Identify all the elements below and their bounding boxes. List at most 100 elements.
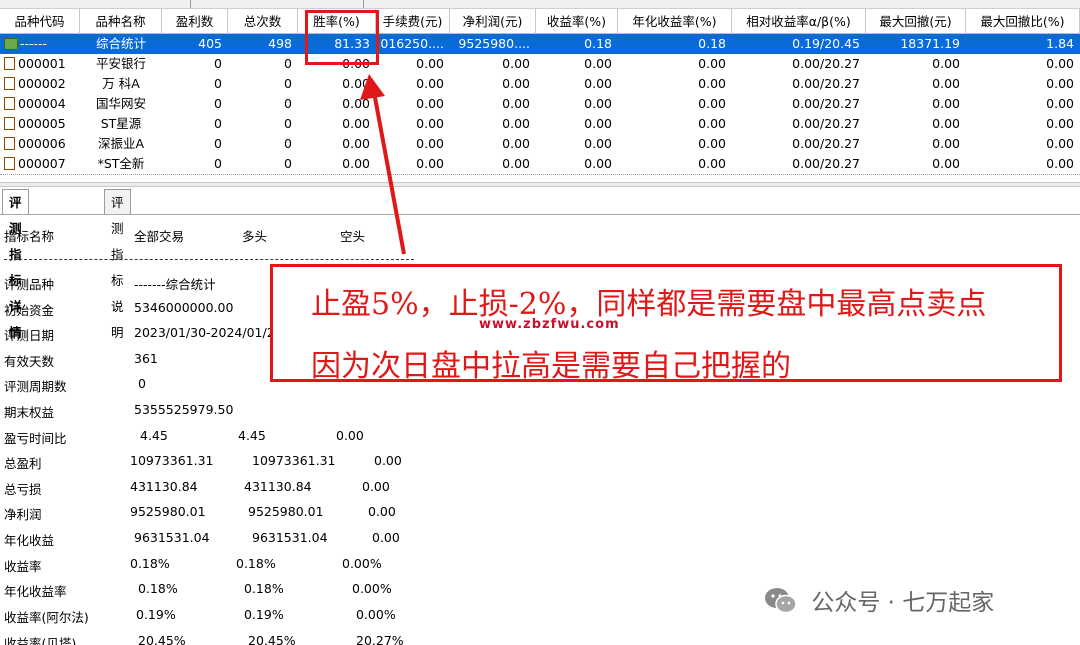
table-cell: 0.00 [450, 54, 536, 74]
table-cell: 万 科A [80, 74, 162, 94]
table-cell: 0.00 [298, 74, 376, 94]
detail-name-value: 盈亏时间比 [4, 431, 67, 446]
document-icon [4, 77, 15, 90]
table-cell: 0.00 [866, 94, 966, 114]
detail-name-value: 净利润 [4, 507, 42, 522]
cell-text: 0.00 [416, 96, 444, 111]
detail-header-name: 指标名称 [4, 229, 55, 244]
win-rate-highlight-box [305, 10, 379, 65]
table-cell: 016250.... [376, 34, 450, 54]
cell-text: 0 [284, 96, 292, 111]
column-header[interactable]: 手续费(元) [376, 9, 450, 34]
table-row[interactable]: 000004 国华网安 0 0 0.00 0.00 0.00 0.00 0.00 0.00/20.… [0, 94, 1080, 114]
cell-text: 0 [214, 156, 222, 171]
table-cell: 0.00 [866, 54, 966, 74]
document-icon [4, 157, 15, 170]
column-header[interactable]: 最大回撤比(%) [966, 9, 1080, 34]
table-cell: 综合统计 [80, 34, 162, 54]
cell-text: 0.00 [416, 56, 444, 71]
table-cell: 0.00 [536, 134, 618, 154]
detail-name-value: 初始资金 [4, 303, 55, 318]
cell-text: 000005 [18, 116, 66, 131]
table-row[interactable]: 000002 万 科A 0 0 0.00 0.00 0.00 0.00 0.00 0.00/20.… [0, 74, 1080, 94]
cell-text: ------ [20, 36, 48, 51]
table-cell: 0.00 [450, 134, 536, 154]
table-cell: 0.00 [376, 114, 450, 134]
detail-all-value: -------综合统计 [134, 277, 216, 292]
cell-text: *ST全新 [97, 156, 145, 171]
detail-all-value: 2023/01/30-2024/01/26 [134, 325, 283, 340]
table-cell: 0.00 [966, 154, 1080, 174]
cell-text: 0.00 [416, 116, 444, 131]
table-cell: 498 [228, 34, 298, 54]
annotation-callout: 止盈5%，止损-2%，同样都是需要盘中最高点卖点 www.zbzfwu.com … [270, 264, 1062, 384]
table-cell: 0.00 [450, 94, 536, 114]
column-header[interactable]: 盈利数 [162, 9, 228, 34]
cell-text: 深振业A [97, 136, 145, 151]
document-icon [4, 57, 15, 70]
cell-text: 0.00/20.27 [792, 76, 860, 91]
column-header[interactable]: 总次数 [228, 9, 298, 34]
table-cell: 0.00 [618, 154, 732, 174]
cell-text: 平安银行 [95, 56, 146, 71]
table-row[interactable]: 000001 平安银行 0 0 0.00 0.00 0.00 0.00 0.00 0.00/20.… [0, 54, 1080, 74]
detail-name-value: 评测品种 [4, 277, 55, 292]
table-cell: 0.00/20.27 [732, 114, 866, 134]
table-row[interactable]: 000006 深振业A 0 0 0.00 0.00 0.00 0.00 0.00 0.00/20.… [0, 134, 1080, 154]
table-row[interactable]: 000007 *ST全新 0 0 0.00 0.00 0.00 0.00 0.00 0.00/20… [0, 154, 1080, 174]
table-cell: 0.00 [450, 114, 536, 134]
annotation-line-2: 因为次日盘中拉高是需要自己把握的 [311, 349, 791, 384]
table-cell: 0.00 [376, 154, 450, 174]
detail-long-value: 0.18% [236, 556, 276, 571]
cell-text: 0.00/20.27 [792, 116, 860, 131]
cell-text: 0 [284, 136, 292, 151]
table-row-selected[interactable]: ------ 综合统计 405 498 81.33 016250.... 9525980..… [0, 34, 1080, 54]
cell-text: 0.00 [584, 56, 612, 71]
column-header[interactable]: 品种名称 [80, 9, 162, 34]
detail-all-value: 9525980.01 [130, 504, 206, 519]
detail-all-value: 9631531.04 [134, 530, 210, 545]
strip-divider [363, 0, 364, 8]
table-cell: 平安银行 [80, 54, 162, 74]
cell-text: 0.00 [1046, 136, 1074, 151]
detail-all-value: 0.18% [138, 581, 178, 596]
column-header[interactable]: 年化收益率(%) [618, 9, 732, 34]
detail-all-value: 20.45% [138, 633, 186, 645]
tab-metric-details[interactable]: 评测指标详情 [2, 189, 29, 340]
column-header[interactable]: 净利润(元) [450, 9, 536, 34]
document-icon [4, 137, 15, 150]
table-cell: 18371.19 [866, 34, 966, 54]
detail-long-value: 4.45 [238, 428, 266, 443]
table-cell: 0.00 [618, 74, 732, 94]
cell-text: 0 [214, 56, 222, 71]
table-cell: 0.00 [450, 74, 536, 94]
detail-name-value: 收益率(阿尔法) [4, 610, 89, 625]
column-header[interactable]: 相对收益率α/β(%) [732, 9, 866, 34]
account-brand: 公众号 · 七万起家 [764, 586, 994, 620]
pane-splitter[interactable] [0, 182, 1080, 187]
table-cell: 0 [228, 154, 298, 174]
table-cell: 0.00 [536, 154, 618, 174]
cell-text: 0.00 [932, 116, 960, 131]
table-cell: 0.00 [376, 54, 450, 74]
detail-all-value: 5355525979.50 [134, 402, 234, 417]
column-header[interactable]: 最大回撤(元) [866, 9, 966, 34]
detail-header-all: 全部交易 [134, 229, 185, 244]
table-cell: 0 [162, 114, 228, 134]
table-cell: 000006 [0, 134, 80, 154]
watermark-url: www.zbzfwu.com [479, 317, 620, 332]
table-cell: 0.00 [966, 134, 1080, 154]
table-cell: 0.00 [536, 74, 618, 94]
table-cell: 9525980.... [450, 34, 536, 54]
cell-text: 0.18 [698, 36, 726, 51]
cell-text: 0.00 [932, 76, 960, 91]
detail-long-value: 0.19% [244, 607, 284, 622]
table-cell: 0 [228, 54, 298, 74]
table-row[interactable]: 000005 ST星源 0 0 0.00 0.00 0.00 0.00 0.00 0.00/20.… [0, 114, 1080, 134]
table-cell: 0 [162, 154, 228, 174]
table-cell: 0 [228, 74, 298, 94]
column-header[interactable]: 收益率(%) [536, 9, 618, 34]
tab-metric-explanation[interactable]: 评测指标说明 [104, 189, 131, 340]
table-cell: 0.00/20.27 [732, 94, 866, 114]
column-header[interactable]: 品种代码 [0, 9, 80, 34]
